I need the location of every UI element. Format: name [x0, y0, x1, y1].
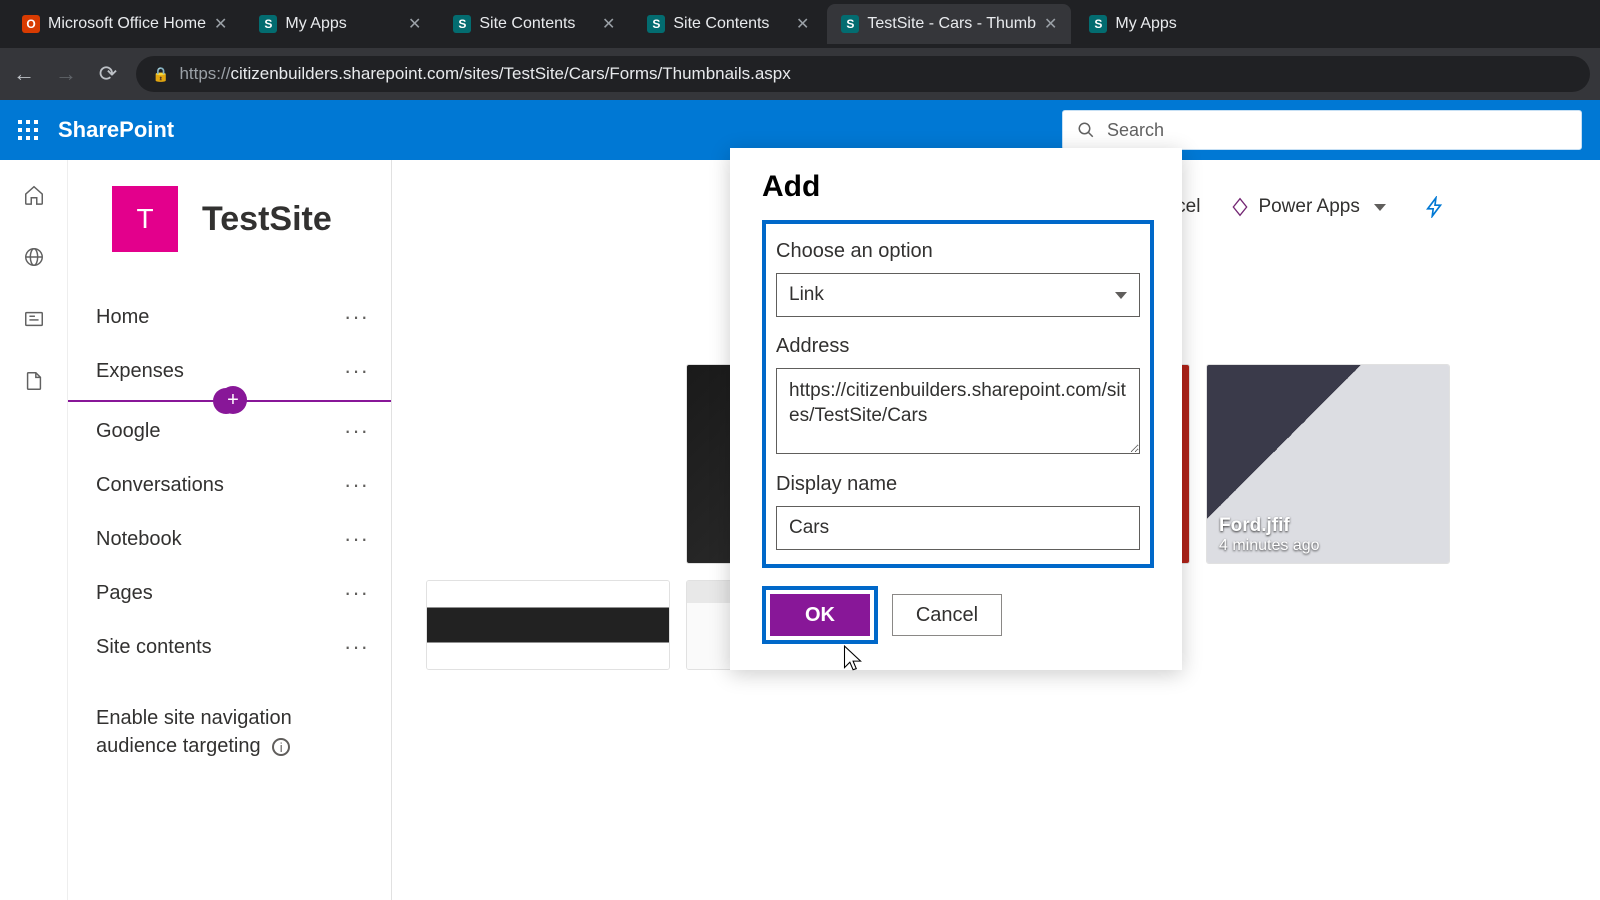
more-icon[interactable]: ··· — [344, 580, 369, 606]
display-name-label: Display name — [776, 473, 1140, 496]
browser-address-bar: ← → ⟳ 🔒 https://citizenbuilders.sharepoi… — [0, 48, 1600, 100]
thumbnail-filename: Ford.jfif — [1219, 515, 1437, 537]
thumbnail-time: 4 minutes ago — [1219, 537, 1437, 555]
site-title[interactable]: TestSite — [202, 200, 332, 239]
cmd-power-apps[interactable]: Power Apps — [1230, 196, 1385, 218]
search-icon — [1077, 121, 1095, 139]
back-button[interactable]: ← — [10, 60, 38, 88]
add-link-dialog: Add Choose an option Link Address Displa… — [730, 148, 1182, 670]
nav-item-conversations[interactable]: Conversations··· — [68, 458, 391, 512]
suite-name[interactable]: SharePoint — [58, 117, 174, 143]
app-launcher-icon[interactable] — [18, 120, 38, 140]
chevron-down-icon — [1374, 204, 1386, 211]
file-icon[interactable] — [23, 370, 45, 392]
powerapps-icon — [1230, 197, 1250, 217]
office-icon: O — [22, 15, 40, 33]
dialog-title: Add — [762, 170, 1154, 204]
ok-button[interactable]: OK — [770, 594, 870, 636]
choose-option-value: Link — [789, 284, 824, 306]
forward-button[interactable]: → — [52, 60, 80, 88]
close-icon[interactable]: ✕ — [602, 14, 615, 34]
url-text: https://citizenbuilders.sharepoint.com/s… — [179, 64, 790, 84]
nav-item-site-contents[interactable]: Site contents··· — [68, 620, 391, 674]
nav-insert-indicator[interactable]: + — [68, 400, 391, 402]
browser-tab[interactable]: S Site Contents ✕ — [633, 4, 823, 44]
dialog-form-highlight: Choose an option Link Address Display na… — [762, 220, 1154, 568]
sharepoint-icon: S — [1089, 15, 1107, 33]
close-icon[interactable]: ✕ — [408, 14, 421, 34]
close-icon[interactable]: ✕ — [214, 14, 227, 34]
search-input[interactable]: Search — [1062, 110, 1582, 150]
home-icon[interactable] — [23, 184, 45, 206]
tab-label: My Apps — [285, 15, 400, 33]
nav-item-notebook[interactable]: Notebook··· — [68, 512, 391, 566]
thumbnail-card[interactable] — [426, 580, 670, 670]
site-header: T TestSite — [68, 180, 391, 280]
browser-tab[interactable]: S Site Contents ✕ — [439, 4, 629, 44]
choose-option-label: Choose an option — [776, 240, 1140, 263]
sharepoint-icon: S — [259, 15, 277, 33]
choose-option-select[interactable]: Link — [776, 273, 1140, 317]
search-placeholder: Search — [1107, 120, 1164, 141]
more-icon[interactable]: ··· — [344, 472, 369, 498]
automate-icon[interactable] — [1424, 196, 1446, 218]
address-input[interactable] — [776, 368, 1140, 454]
chevron-down-icon — [1115, 292, 1127, 299]
url-field[interactable]: 🔒 https://citizenbuilders.sharepoint.com… — [136, 56, 1590, 92]
main-panel: rid view Sync X Export to Excel Power Ap… — [392, 160, 1600, 900]
ok-button-highlight: OK — [762, 586, 878, 644]
globe-icon[interactable] — [23, 246, 45, 268]
nav-audience-targeting[interactable]: Enable site navigation audience targetin… — [68, 674, 391, 790]
thumbnail-card[interactable]: Ford.jfif 4 minutes ago — [1206, 364, 1450, 564]
close-icon[interactable]: ✕ — [1044, 14, 1057, 34]
more-icon[interactable]: ··· — [344, 418, 369, 444]
page-body: T TestSite Home··· Expenses··· + Google·… — [0, 160, 1600, 900]
sharepoint-icon: S — [647, 15, 665, 33]
content-area: T TestSite Home··· Expenses··· + Google·… — [68, 160, 1600, 900]
lock-icon: 🔒 — [152, 66, 169, 83]
dialog-buttons: OK Cancel — [762, 586, 1154, 644]
thumbnail-image — [427, 581, 669, 669]
nav-item-home[interactable]: Home··· — [68, 290, 391, 344]
tab-label: TestSite - Cars - Thumb — [867, 15, 1036, 33]
left-rail — [0, 160, 68, 900]
browser-tab[interactable]: S My Apps ✕ — [245, 4, 435, 44]
close-icon[interactable]: ✕ — [796, 14, 809, 34]
tab-label: Microsoft Office Home — [48, 15, 206, 33]
more-icon[interactable]: ··· — [344, 304, 369, 330]
address-label: Address — [776, 335, 1140, 358]
more-icon[interactable]: ··· — [344, 526, 369, 552]
news-icon[interactable] — [23, 308, 45, 330]
sharepoint-icon: S — [841, 15, 859, 33]
more-icon[interactable]: ··· — [344, 634, 369, 660]
browser-tab[interactable]: S My Apps — [1075, 4, 1265, 44]
reload-button[interactable]: ⟳ — [94, 60, 122, 88]
thumbnail-meta: Ford.jfif 4 minutes ago — [1207, 507, 1449, 563]
sharepoint-icon: S — [453, 15, 471, 33]
plus-icon[interactable]: + — [219, 386, 247, 414]
site-nav: Home··· Expenses··· + Google··· Conversa… — [68, 280, 391, 674]
nav-item-pages[interactable]: Pages··· — [68, 566, 391, 620]
tab-label: Site Contents — [479, 15, 594, 33]
browser-tab-active[interactable]: S TestSite - Cars - Thumb ✕ — [827, 4, 1071, 44]
display-name-input[interactable] — [776, 506, 1140, 550]
info-icon[interactable]: i — [272, 738, 290, 756]
browser-tab-strip: O Microsoft Office Home ✕ S My Apps ✕ S … — [0, 0, 1600, 48]
site-sidebar: T TestSite Home··· Expenses··· + Google·… — [68, 160, 392, 900]
cancel-button[interactable]: Cancel — [892, 594, 1002, 636]
tab-label: My Apps — [1115, 15, 1251, 33]
tab-label: Site Contents — [673, 15, 788, 33]
browser-tab[interactable]: O Microsoft Office Home ✕ — [8, 4, 241, 44]
more-icon[interactable]: ··· — [344, 358, 369, 384]
site-logo[interactable]: T — [112, 186, 178, 252]
